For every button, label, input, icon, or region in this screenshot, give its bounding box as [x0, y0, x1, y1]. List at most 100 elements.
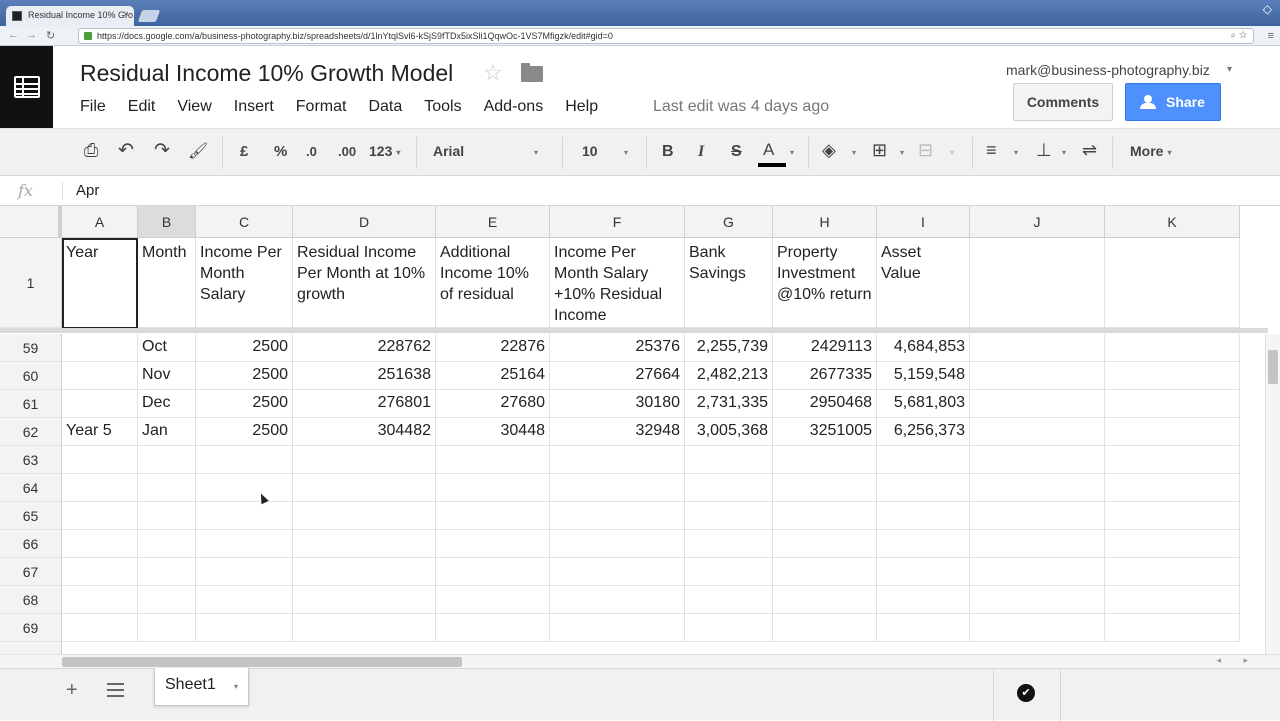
url-action-icons[interactable]: ⌕ ☆: [1230, 30, 1247, 41]
back-icon[interactable]: ←: [8, 29, 19, 41]
table-cell[interactable]: [1105, 614, 1240, 642]
table-cell[interactable]: [196, 558, 293, 586]
url-input[interactable]: https://docs.google.com/a/business-photo…: [78, 28, 1254, 44]
menu-format[interactable]: Format: [296, 98, 347, 116]
table-cell[interactable]: [293, 474, 436, 502]
table-cell[interactable]: [138, 502, 196, 530]
row-header[interactable]: 59: [0, 334, 62, 362]
row-header[interactable]: 64: [0, 474, 62, 502]
share-button[interactable]: Share: [1125, 83, 1221, 121]
column-header-e[interactable]: E: [436, 206, 550, 238]
table-cell[interactable]: Oct: [138, 334, 196, 362]
list-sheets-icon[interactable]: [107, 683, 124, 697]
table-cell[interactable]: [877, 474, 970, 502]
menu-help[interactable]: Help: [565, 98, 598, 116]
table-cell[interactable]: [293, 558, 436, 586]
table-cell[interactable]: [877, 502, 970, 530]
table-cell[interactable]: [773, 446, 877, 474]
column-header-c[interactable]: C: [196, 206, 293, 238]
percent-format-button[interactable]: %: [274, 143, 287, 160]
column-header-j[interactable]: J: [970, 206, 1105, 238]
table-cell[interactable]: [550, 502, 685, 530]
more-button[interactable]: More ▾: [1130, 143, 1171, 159]
table-cell[interactable]: [62, 390, 138, 418]
menu-view[interactable]: View: [177, 98, 211, 116]
table-cell[interactable]: [62, 530, 138, 558]
table-cell[interactable]: Dec: [138, 390, 196, 418]
table-cell[interactable]: [970, 390, 1105, 418]
vertical-align-caret-icon[interactable]: ▾: [1062, 148, 1066, 157]
font-size-caret-icon[interactable]: ▾: [624, 148, 628, 157]
table-cell[interactable]: 5,681,803: [877, 390, 970, 418]
table-cell[interactable]: 25164: [436, 362, 550, 390]
table-cell[interactable]: [970, 474, 1105, 502]
table-cell[interactable]: [773, 530, 877, 558]
header-cell[interactable]: [970, 238, 1105, 328]
column-header-a[interactable]: A: [62, 206, 138, 238]
comments-button[interactable]: Comments: [1013, 83, 1113, 121]
table-cell[interactable]: [436, 558, 550, 586]
table-cell[interactable]: [62, 502, 138, 530]
table-cell[interactable]: 251638: [293, 362, 436, 390]
add-sheet-icon[interactable]: +: [66, 679, 78, 702]
table-cell[interactable]: 2,255,739: [685, 334, 773, 362]
vertical-align-icon[interactable]: ⊥: [1036, 140, 1052, 161]
table-cell[interactable]: [62, 474, 138, 502]
table-cell[interactable]: [970, 614, 1105, 642]
table-cell[interactable]: [877, 614, 970, 642]
row-header[interactable]: 62: [0, 418, 62, 446]
table-cell[interactable]: 30180: [550, 390, 685, 418]
table-cell[interactable]: 2500: [196, 362, 293, 390]
text-wrap-icon[interactable]: ⇌: [1082, 140, 1097, 161]
table-cell[interactable]: [1105, 586, 1240, 614]
table-cell[interactable]: [138, 474, 196, 502]
row-header[interactable]: 65: [0, 502, 62, 530]
row-header[interactable]: 69: [0, 614, 62, 642]
sheet-tab-caret-icon[interactable]: ▾: [234, 682, 238, 691]
menu-file[interactable]: File: [80, 98, 106, 116]
header-cell[interactable]: Income Per Month Salary +10% Residual In…: [550, 238, 685, 328]
table-cell[interactable]: [970, 334, 1105, 362]
table-cell[interactable]: [773, 474, 877, 502]
table-cell[interactable]: [62, 446, 138, 474]
row-header[interactable]: 60: [0, 362, 62, 390]
table-cell[interactable]: [685, 474, 773, 502]
strikethrough-button[interactable]: S: [731, 143, 742, 161]
column-header-d[interactable]: D: [293, 206, 436, 238]
table-cell[interactable]: [773, 614, 877, 642]
font-family-select[interactable]: Arial: [433, 143, 464, 159]
column-header-h[interactable]: H: [773, 206, 877, 238]
table-cell[interactable]: [196, 586, 293, 614]
menu-addons[interactable]: Add-ons: [484, 98, 544, 116]
table-cell[interactable]: [293, 586, 436, 614]
row-header[interactable]: 63: [0, 446, 62, 474]
forward-icon[interactable]: →: [26, 29, 37, 41]
column-header-i[interactable]: I: [877, 206, 970, 238]
table-cell[interactable]: 30448: [436, 418, 550, 446]
paint-format-icon[interactable]: 🖌: [188, 141, 208, 161]
table-cell[interactable]: [436, 474, 550, 502]
menu-tools[interactable]: Tools: [424, 98, 461, 116]
table-cell[interactable]: [970, 446, 1105, 474]
table-cell[interactable]: [970, 586, 1105, 614]
table-cell[interactable]: [138, 558, 196, 586]
window-control-icon[interactable]: ◇: [1263, 2, 1272, 16]
table-cell[interactable]: [1105, 362, 1240, 390]
table-cell[interactable]: [436, 614, 550, 642]
table-cell[interactable]: [773, 586, 877, 614]
last-edit-status[interactable]: Last edit was 4 days ago: [653, 98, 829, 116]
table-cell[interactable]: 2500: [196, 334, 293, 362]
row-header[interactable]: 67: [0, 558, 62, 586]
table-cell[interactable]: [62, 586, 138, 614]
table-cell[interactable]: [196, 614, 293, 642]
header-cell[interactable]: Residual Income Per Month at 10% growth: [293, 238, 436, 328]
decrease-decimal-button[interactable]: .0: [306, 144, 317, 159]
horizontal-scroll-arrows[interactable]: ◂ ▸: [1216, 655, 1258, 666]
menu-insert[interactable]: Insert: [234, 98, 274, 116]
table-cell[interactable]: [773, 558, 877, 586]
table-cell[interactable]: 2950468: [773, 390, 877, 418]
table-cell[interactable]: [1105, 530, 1240, 558]
bold-button[interactable]: B: [662, 143, 674, 161]
table-cell[interactable]: 2500: [196, 418, 293, 446]
row-header[interactable]: 68: [0, 586, 62, 614]
